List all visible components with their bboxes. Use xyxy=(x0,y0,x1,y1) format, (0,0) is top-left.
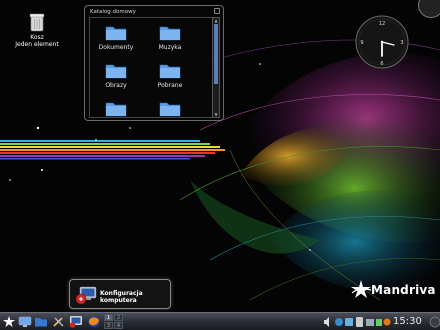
firefox-icon[interactable] xyxy=(87,315,101,328)
battery-icon[interactable] xyxy=(376,319,382,326)
folder-item-muzyka[interactable]: Muzyka xyxy=(146,24,194,51)
alert-icon[interactable] xyxy=(383,318,391,326)
folder-item-partial[interactable] xyxy=(92,100,140,117)
mandriva-star-icon xyxy=(351,280,372,298)
folder-label: Pobrane xyxy=(157,82,183,89)
clock-numeral-12: 12 xyxy=(379,21,385,27)
tooltip-text: Konfiguracja komputera xyxy=(100,290,143,304)
clock-numeral-9: 9 xyxy=(360,40,363,46)
taskbar-tooltip: Konfiguracja komputera xyxy=(69,279,171,309)
analog-clock-widget[interactable]: 12 3 6 9 xyxy=(354,14,410,70)
folder-label: Muzyka xyxy=(158,44,182,51)
tools-icon[interactable] xyxy=(52,315,66,328)
panel-toolbox-icon[interactable] xyxy=(428,315,440,329)
trash-icon xyxy=(29,13,45,32)
folder-icon xyxy=(159,102,181,117)
folder-icon xyxy=(105,102,127,117)
system-settings-icon[interactable] xyxy=(69,315,83,328)
pager-desktop-2[interactable]: 2 xyxy=(114,314,123,321)
scrollbar-thumb[interactable] xyxy=(214,24,218,84)
folder-label: Obrazy xyxy=(105,82,127,89)
computer-settings-icon xyxy=(75,286,97,305)
taskbar-panel: 1 2 3 4 15:30 xyxy=(0,312,440,330)
folder-view-scrollbar[interactable]: ▲ ▼ xyxy=(212,17,220,118)
clock-numeral-3: 3 xyxy=(400,40,403,46)
folder-item-dokumenty[interactable]: Dokumenty xyxy=(92,24,140,51)
folder-grid: Dokumenty Muzyka Obrazy Pobrane xyxy=(89,17,213,118)
widget-config-button[interactable] xyxy=(214,8,220,14)
device-notifier-icon[interactable] xyxy=(366,319,374,326)
folder-view-title: Katalog domowy xyxy=(90,9,136,15)
pager-desktop-1[interactable]: 1 xyxy=(104,314,113,321)
folder-icon xyxy=(105,26,127,41)
update-icon[interactable] xyxy=(345,318,353,326)
brand-wordmark: Mandriva xyxy=(371,283,436,297)
virtual-desktop-pager[interactable]: 1 2 3 4 xyxy=(104,314,124,330)
pager-desktop-4[interactable]: 4 xyxy=(114,322,123,329)
trash-count-label: Jeden element xyxy=(15,41,59,48)
clipboard-icon[interactable] xyxy=(356,317,363,327)
folder-item-obrazy[interactable]: Obrazy xyxy=(92,62,140,89)
mandriva-logo: Mandriva xyxy=(350,278,436,300)
trash-label: Kosz xyxy=(30,34,44,41)
folder-item-pobrane[interactable]: Pobrane xyxy=(146,62,194,89)
scroll-up-arrow-icon[interactable]: ▲ xyxy=(213,18,219,23)
application-menu-icon[interactable] xyxy=(2,315,16,328)
scroll-down-arrow-icon[interactable]: ▼ xyxy=(213,112,219,117)
desktop[interactable]: Kosz Jeden element Katalog domowy Dokume… xyxy=(0,0,440,312)
folder-item-partial[interactable] xyxy=(146,100,194,117)
file-manager-icon[interactable] xyxy=(34,315,48,328)
taskbar-clock[interactable]: 15:30 xyxy=(393,316,422,327)
pager-desktop-3[interactable]: 3 xyxy=(104,322,113,329)
folder-icon xyxy=(105,64,127,79)
volume-icon[interactable] xyxy=(324,317,329,327)
desktop-show-icon[interactable] xyxy=(18,315,32,328)
system-tray xyxy=(324,317,391,327)
folder-label: Dokumenty xyxy=(98,44,134,51)
trash-desktop-icon[interactable]: Kosz Jeden element xyxy=(12,12,62,48)
folder-icon xyxy=(159,64,181,79)
clock-numeral-6: 6 xyxy=(380,61,383,67)
network-icon[interactable] xyxy=(335,318,343,326)
folder-view-widget[interactable]: Katalog domowy Dokumenty Muzyka Obrazy P… xyxy=(84,5,224,121)
folder-icon xyxy=(159,26,181,41)
